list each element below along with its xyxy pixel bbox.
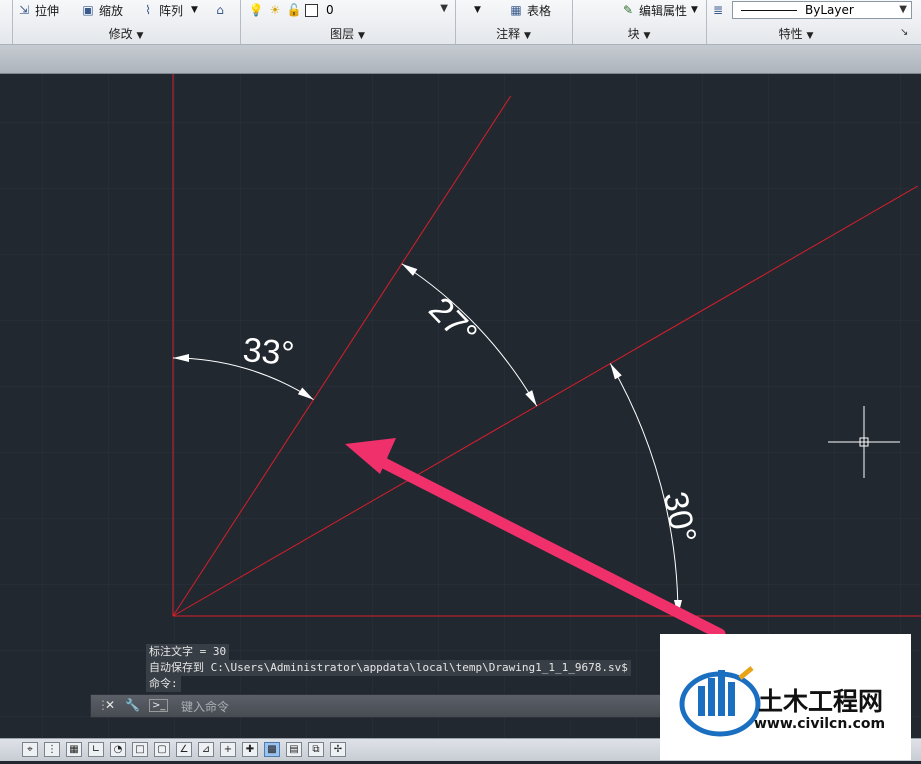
chevron-down-icon: ▼ [643,31,651,41]
status-lineweight-icon[interactable]: ✚ [242,742,258,757]
linetype-icon-button[interactable]: ≣ [710,0,729,20]
layer-match-icon: ⌂ [216,3,224,17]
command-prompt-icon[interactable]: >_ [149,699,169,712]
chevron-down-icon: ▼ [806,31,814,41]
status-coordinate-icon[interactable]: ⌖ [22,742,38,757]
status-qp-icon[interactable]: ▤ [286,742,302,757]
panel-title-modify[interactable]: 修改 ▼ [12,25,240,41]
watermark-logo: 土木工程网 www.civilcn.com [660,634,911,760]
sun-icon: ☀ [269,3,281,17]
array-dropdown-icon[interactable]: ▼ [191,5,198,15]
status-grid-icon[interactable]: ▦ [66,742,82,757]
chevron-down-icon: ▼ [440,3,448,14]
chevron-down-icon: ▼ [899,4,907,15]
chevron-down-icon: ▼ [136,31,144,41]
scale-icon: ▣ [82,3,94,17]
unlock-icon: 🔓 [286,3,302,17]
ribbon: ⇲ 拉伸 ▣ 缩放 ⌇ 阵列 ▼ ⌂ 💡 ☀ 🔓 0 ▼ ▼ ▦ 表格 ✎ 编辑… [0,0,921,45]
layer-dropdown[interactable]: 0 ▼ [322,1,452,19]
dimension-text: 33° [241,331,296,373]
layer-color-swatch [305,3,318,17]
wrench-icon[interactable]: 🔧 [125,698,140,712]
close-icon[interactable]: ✕ [105,698,115,712]
layer-dropdown-value: 0 [326,3,334,17]
status-osnap-icon[interactable]: □ [132,742,148,757]
stretch-label: 拉伸 [35,3,60,18]
file-tab-bar [0,45,921,74]
command-line-bar: ⋮ ✕ 🔧 >_ 键入命令 [90,694,665,718]
table-label: 表格 [527,3,552,18]
scale-label: 缩放 [99,3,124,18]
edit-attributes-button[interactable]: ✎ 编辑属性 ▼ [620,0,698,20]
chevron-down-icon: ▼ [523,31,531,41]
array-label: 阵列 [159,3,184,18]
stretch-button[interactable]: ⇲ 拉伸 [16,0,59,20]
watermark-url: www.civilcn.com [754,716,886,732]
table-icon: ▦ [510,3,522,17]
status-ortho-icon[interactable]: ∟ [88,742,104,757]
layer-match-button[interactable]: ⌂ [212,0,231,20]
panel-title-block[interactable]: 块 ▼ [572,25,706,41]
linetype-sample [741,9,797,11]
array-button[interactable]: ⌇ 阵列 ▼ [140,0,198,20]
command-history-line: 标注文字 = 30 [146,644,230,660]
chevron-down-icon: ▼ [474,5,481,15]
status-3d-osnap-icon[interactable]: ▢ [154,742,170,757]
lightbulb-icon: 💡 [248,3,264,17]
edit-attributes-label: 编辑属性 [639,3,688,18]
command-history-line: 自动保存到 C:\Users\Administrator\appdata\loc… [146,660,631,676]
chevron-down-icon: ▼ [357,31,365,41]
layer-state-icons[interactable]: 💡 ☀ 🔓 [248,0,322,20]
linetype-dropdown[interactable]: ByLayer ▼ [732,1,912,19]
panel-expand-icon[interactable]: ↘ [900,27,908,38]
status-am-icon[interactable]: ✢ [330,742,346,757]
status-dyn-icon[interactable]: + [220,742,236,757]
command-history: 标注文字 = 30 自动保存到 C:\Users\Administrator\a… [146,644,666,692]
panel-title-annotation[interactable]: 注释 ▼ [455,25,572,41]
status-otrack-icon[interactable]: ∠ [176,742,192,757]
annotation-dropdown[interactable]: ▼ [474,0,481,20]
scale-button[interactable]: ▣ 缩放 [80,0,123,20]
array-icon: ⌇ [145,3,151,17]
status-ducs-icon[interactable]: ⊿ [198,742,214,757]
panel-title-layers[interactable]: 图层 ▼ [240,25,455,41]
command-history-line: 命令: [146,676,181,692]
ribbon-tools-row: ⇲ 拉伸 ▣ 缩放 ⌇ 阵列 ▼ ⌂ 💡 ☀ 🔓 0 ▼ ▼ ▦ 表格 ✎ 编辑… [0,0,921,22]
linetype-icon: ≣ [712,3,724,17]
linetype-value: ByLayer [805,3,854,17]
status-snap-icon[interactable]: ⋮ [44,742,60,757]
chevron-down-icon: ▼ [691,5,698,15]
status-polar-icon[interactable]: ◔ [110,742,126,757]
edit-attributes-icon: ✎ [622,3,634,17]
panel-title-properties[interactable]: 特性 ▼ [706,25,886,41]
command-input[interactable]: 键入命令 [181,698,229,715]
table-button[interactable]: ▦ 表格 [508,0,551,20]
status-sc-icon[interactable]: ⧉ [308,742,324,757]
stretch-icon: ⇲ [18,3,30,17]
status-transparency-icon[interactable]: ▩ [264,742,280,757]
watermark-name: 土木工程网 [758,687,884,716]
